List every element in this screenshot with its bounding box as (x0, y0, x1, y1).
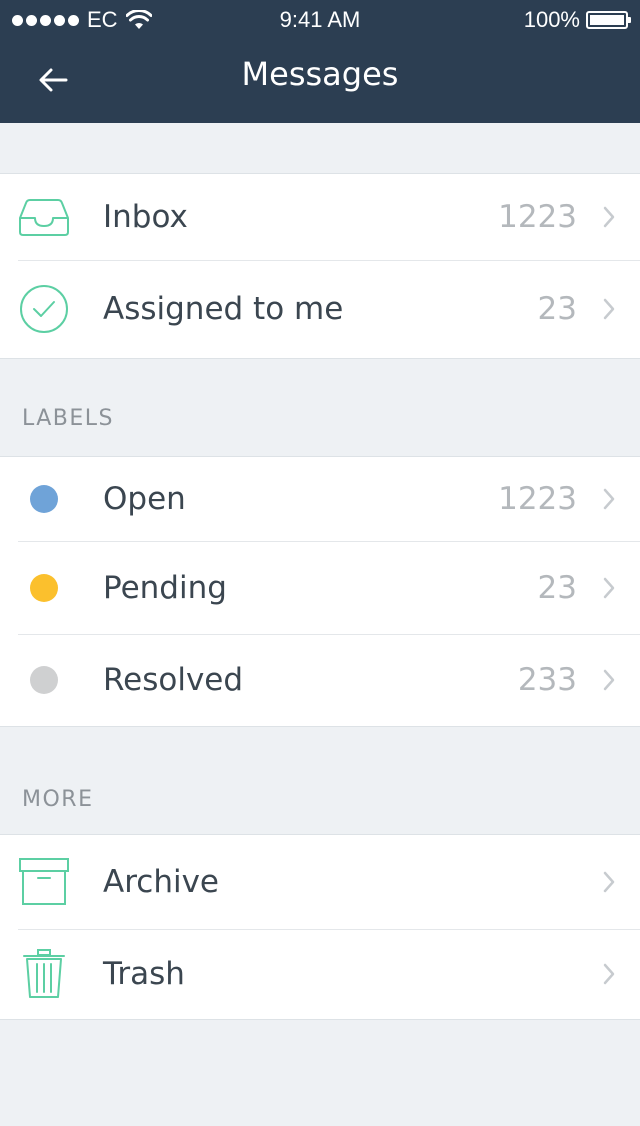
list-item-count: 233 (517, 662, 577, 698)
inbox-tray-icon (18, 191, 70, 243)
gray-dot-icon (18, 654, 70, 706)
list-item-inbox[interactable]: Inbox 1223 (0, 174, 640, 260)
check-circle-icon (18, 283, 70, 335)
page-title: Messages (241, 55, 399, 93)
nav-bar: Messages (0, 40, 640, 123)
list-item-label: Inbox (103, 199, 188, 235)
chevron-right-icon (602, 576, 616, 600)
chevron-right-icon (602, 487, 616, 511)
labels-section: Open 1223 Pending 23 Resolved 233 (0, 456, 640, 727)
list-item-archive[interactable]: Archive (0, 835, 640, 929)
list-item-open[interactable]: Open 1223 (0, 457, 640, 541)
trash-icon (18, 948, 70, 1000)
battery-level-fill (590, 15, 624, 25)
list-item-resolved[interactable]: Resolved 233 (0, 634, 640, 726)
app-header: EC 9:41 AM 100% Messages (0, 0, 640, 123)
chevron-right-icon (602, 297, 616, 321)
list-item-label: Archive (103, 864, 219, 900)
battery-icon (586, 11, 631, 29)
archive-box-icon (18, 856, 70, 908)
primary-section: Inbox 1223 Assigned to me 23 (0, 173, 640, 359)
chevron-right-icon (602, 962, 616, 986)
list-item-label: Pending (103, 569, 227, 606)
list-item-count: 1223 (498, 481, 577, 517)
list-item-assigned-to-me[interactable]: Assigned to me 23 (0, 260, 640, 358)
status-bar: EC 9:41 AM 100% (0, 0, 640, 40)
list-item-trash[interactable]: Trash (0, 929, 640, 1019)
list-item-label: Trash (103, 956, 185, 992)
list-item-count: 23 (537, 569, 577, 606)
chevron-right-icon (602, 205, 616, 229)
list-item-label: Open (103, 481, 186, 517)
more-section: Archive Trash (0, 834, 640, 1020)
section-header-labels: LABELS (22, 406, 115, 431)
list-item-label: Assigned to me (103, 291, 344, 327)
list-item-pending[interactable]: Pending 23 (0, 541, 640, 634)
list-item-label: Resolved (103, 662, 244, 698)
status-right: 100% (523, 7, 631, 33)
chevron-right-icon (602, 668, 616, 692)
list-item-count: 23 (537, 291, 577, 327)
chevron-right-icon (602, 870, 616, 894)
battery-percent: 100% (523, 7, 580, 32)
blue-dot-icon (18, 473, 70, 525)
list-item-count: 1223 (498, 199, 577, 235)
section-header-more: MORE (22, 787, 94, 812)
yellow-dot-icon (18, 562, 70, 614)
